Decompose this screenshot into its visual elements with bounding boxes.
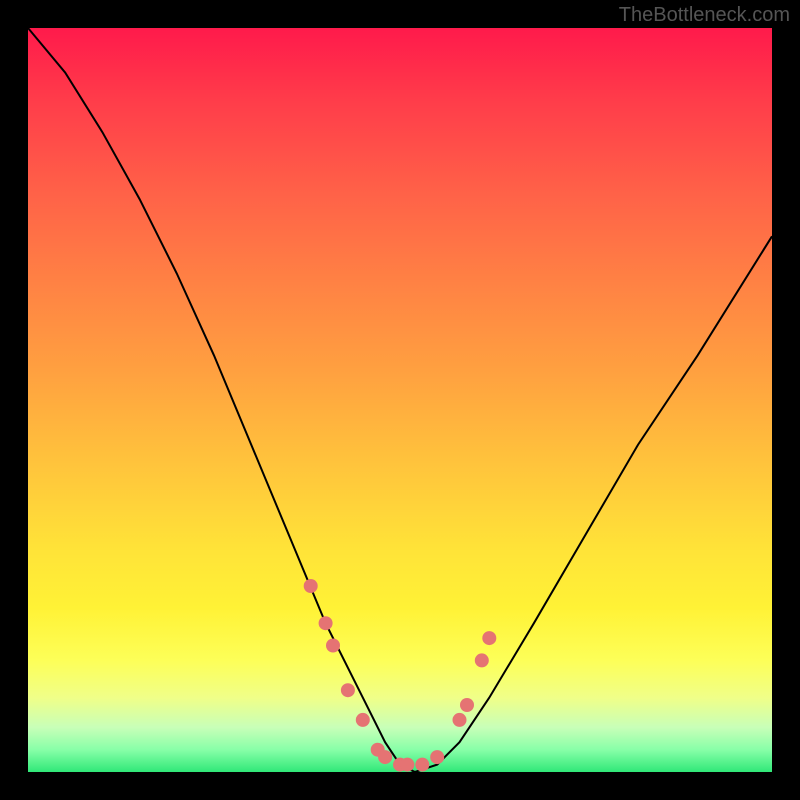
data-point <box>453 713 467 727</box>
chart-frame: TheBottleneck.com <box>0 0 800 800</box>
data-point <box>475 653 489 667</box>
plot-area <box>28 28 772 772</box>
data-point <box>482 631 496 645</box>
data-point <box>460 698 474 712</box>
data-point <box>304 579 318 593</box>
data-point <box>326 639 340 653</box>
data-point <box>319 616 333 630</box>
chart-svg <box>28 28 772 772</box>
data-point <box>356 713 370 727</box>
bottleneck-curve <box>28 28 772 772</box>
data-point <box>430 750 444 764</box>
data-point <box>378 750 392 764</box>
watermark-label: TheBottleneck.com <box>619 4 790 27</box>
data-point <box>415 758 429 772</box>
data-point <box>400 758 414 772</box>
data-point <box>341 683 355 697</box>
